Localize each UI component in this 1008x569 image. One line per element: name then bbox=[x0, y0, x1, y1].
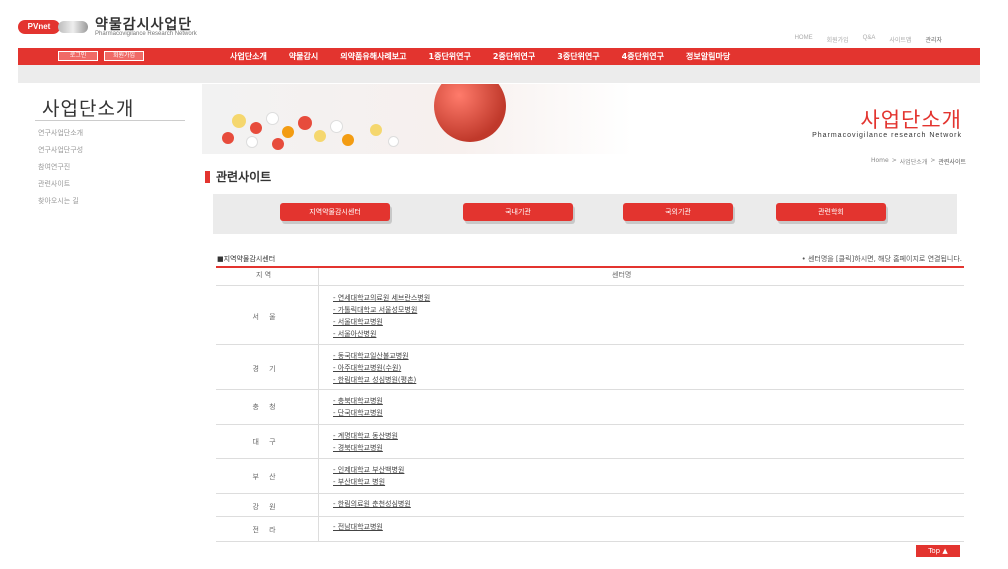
table-header-region: 지 역 bbox=[256, 271, 272, 279]
center-link[interactable]: - 단국대학교병원 bbox=[333, 408, 383, 418]
util-link-sitemap[interactable]: 사이트맵 bbox=[889, 35, 911, 44]
center-link[interactable]: - 서울아산병원 bbox=[333, 329, 376, 339]
breadcrumb-about[interactable]: 사업단소개 bbox=[900, 157, 928, 166]
sidebar-title: 사업단소개 bbox=[42, 98, 135, 120]
pills-photo bbox=[202, 84, 632, 154]
sidebar-item-intro[interactable]: 연구사업단소개 bbox=[38, 128, 83, 145]
util-link-home[interactable]: HOME bbox=[795, 35, 813, 44]
banner-visual: 사업단소개 Pharmacovigilance research Network bbox=[202, 84, 980, 154]
breadcrumb: Home > 사업단소개 > 관련사이트 bbox=[871, 157, 966, 166]
utility-links: HOME 회원가입 Q&A 사이트맵 관리자 bbox=[795, 35, 942, 44]
center-link[interactable]: - 가톨릭대학교 서울성모병원 bbox=[333, 305, 417, 315]
nav-item-research-3[interactable]: 3중단위연구 bbox=[557, 51, 599, 62]
center-link[interactable]: - 한림의료원 춘천성심병원 bbox=[333, 499, 411, 509]
table-row-region: 서 울 bbox=[252, 313, 280, 321]
table-row-region: 대 구 bbox=[252, 438, 280, 446]
table-row-region: 경 기 bbox=[252, 365, 280, 373]
logo-badge[interactable]: PVnet bbox=[18, 20, 60, 34]
sidebar-divider bbox=[35, 120, 185, 121]
table-row-region: 부 산 bbox=[252, 473, 280, 481]
banner-title: 사업단소개 bbox=[860, 108, 962, 132]
section-title: ■지역약물감시센터 bbox=[217, 255, 276, 263]
page-title: 관련사이트 bbox=[205, 168, 271, 185]
nav-item-about[interactable]: 사업단소개 bbox=[230, 51, 267, 62]
center-link[interactable]: - 서울대학교병원 bbox=[333, 317, 383, 327]
tab-international[interactable]: 국외기관 bbox=[623, 203, 733, 221]
center-link[interactable]: - 아주대학교병원(수원) bbox=[333, 363, 401, 373]
section-note: • 센터명을 [클릭]하시면, 해당 홈페이지로 연결됩니다. bbox=[801, 255, 962, 263]
sidebar-item-directions[interactable]: 찾아오시는 길 bbox=[38, 196, 83, 213]
util-link-admin[interactable]: 관리자 bbox=[925, 35, 942, 44]
title-marker-icon bbox=[205, 170, 210, 183]
sidebar-item-related-sites[interactable]: 관련사이트 bbox=[38, 179, 83, 196]
center-link[interactable]: - 부산대학교 병원 bbox=[333, 477, 385, 487]
nav-item-pharmacovigilance[interactable]: 약물감시 bbox=[289, 51, 318, 62]
nav-item-adverse-report[interactable]: 의약품유해사례보고 bbox=[340, 51, 406, 62]
site-header: PVnet 약물감시사업단 Pharmacovigilance Research… bbox=[0, 0, 1008, 48]
tab-societies[interactable]: 관련학회 bbox=[776, 203, 886, 221]
table-row-region: 전 라 bbox=[252, 526, 280, 534]
center-link[interactable]: - 전남대학교병원 bbox=[333, 522, 383, 532]
logo-subtitle: Pharmacovigilance Research Network bbox=[95, 31, 197, 37]
center-link[interactable]: - 경북대학교병원 bbox=[333, 443, 383, 453]
center-link[interactable]: - 충북대학교병원 bbox=[333, 396, 383, 406]
breadcrumb-current: 관련사이트 bbox=[938, 159, 966, 166]
nav-item-research-2[interactable]: 2중단위연구 bbox=[493, 51, 535, 62]
util-link-join[interactable]: 회원가입 bbox=[827, 35, 849, 44]
center-link[interactable]: - 한림대학교 성심병원(평촌) bbox=[333, 375, 416, 385]
table-top-border bbox=[216, 266, 964, 268]
table-row-region: 강 원 bbox=[252, 503, 280, 511]
main-nav: 로그인 회원가입 사업단소개 약물감시 의약품유해사례보고 1중단위연구 2중단… bbox=[18, 48, 980, 65]
sidebar-item-organization[interactable]: 연구사업단구성 bbox=[38, 145, 83, 162]
nav-item-research-4[interactable]: 4중단위연구 bbox=[622, 51, 664, 62]
table-row-region: 충 청 bbox=[252, 403, 280, 411]
tab-domestic[interactable]: 국내기관 bbox=[463, 203, 573, 221]
category-tabs: 지역약물감시센터 국내기관 국외기관 관련학회 bbox=[213, 194, 957, 234]
center-link[interactable]: - 연세대학교의료원 세브란스병원 bbox=[333, 293, 430, 303]
sidebar-menu: 연구사업단소개 연구사업단구성 참여연구진 관련사이트 찾아오시는 길 bbox=[38, 128, 83, 213]
nav-item-info[interactable]: 정보알림마당 bbox=[686, 51, 730, 62]
login-button[interactable]: 로그인 bbox=[58, 51, 98, 61]
util-link-qna[interactable]: Q&A bbox=[863, 35, 876, 44]
logo-pills-icon bbox=[58, 21, 88, 33]
scroll-top-button[interactable]: Top ▲ bbox=[916, 545, 960, 557]
join-button[interactable]: 회원가입 bbox=[104, 51, 144, 61]
sub-nav-bar bbox=[18, 65, 980, 83]
center-link[interactable]: - 인제대학교 부산백병원 bbox=[333, 465, 404, 475]
nav-item-research-1[interactable]: 1중단위연구 bbox=[429, 51, 471, 62]
tab-regional-centers[interactable]: 지역약물감시센터 bbox=[280, 203, 390, 221]
breadcrumb-home[interactable]: Home bbox=[871, 157, 889, 166]
center-link[interactable]: - 계명대학교 동산병원 bbox=[333, 431, 398, 441]
sidebar-item-researchers[interactable]: 참여연구진 bbox=[38, 162, 83, 179]
banner-subtitle: Pharmacovigilance research Network bbox=[812, 132, 962, 139]
center-link[interactable]: - 동국대학교일산불교병원 bbox=[333, 351, 409, 361]
table-header-center: 센터명 bbox=[612, 271, 632, 279]
